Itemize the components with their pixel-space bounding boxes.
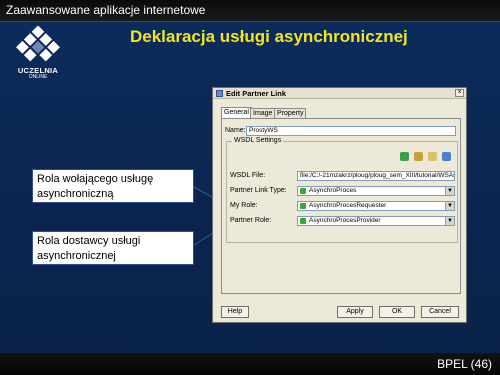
page-number: BPEL (46) — [437, 357, 492, 371]
cancel-button[interactable]: Cancel — [421, 306, 459, 318]
wsdl-settings-title: WSDL Settings — [232, 137, 284, 144]
my-role-icon — [300, 203, 306, 209]
partner-role-icon — [300, 218, 306, 224]
partner-link-type-value: AsynchroProces — [309, 187, 357, 194]
chevron-down-icon[interactable]: ▼ — [445, 202, 454, 210]
my-role-select[interactable]: AsynchroProcesRequester ▼ — [297, 201, 455, 211]
edit-partner-link-dialog: Edit Partner Link × General Image Proper… — [212, 87, 467, 323]
apply-button[interactable]: Apply — [337, 306, 373, 318]
wsdl-toolbar — [397, 152, 451, 162]
wsdl-file-label: WSDL File: — [230, 172, 266, 179]
tab-image[interactable]: Image — [250, 108, 276, 118]
slide-title: Deklaracja usługi asynchronicznej — [130, 27, 408, 46]
wsdl-file-field[interactable]: file:/C:/-21mzakrz/ploug/ploug_sem_XIII/… — [297, 171, 455, 181]
ok-button[interactable]: OK — [379, 306, 415, 318]
chevron-down-icon[interactable]: ▼ — [445, 217, 454, 225]
dialog-app-icon — [216, 90, 223, 97]
my-role-value: AsynchroProcesRequester — [309, 202, 387, 209]
create-service-icon[interactable] — [428, 152, 438, 161]
browse-wsdl-icon[interactable] — [414, 152, 424, 161]
refresh-icon[interactable] — [442, 152, 451, 161]
name-field[interactable]: ProstyWS — [246, 126, 456, 136]
partner-link-type-label: Partner Link Type: — [230, 187, 287, 194]
chevron-down-icon[interactable]: ▼ — [445, 187, 454, 195]
my-role-label: My Role: — [230, 202, 258, 209]
general-panel: Name: ProstyWS WSDL Settings WSDL File: … — [221, 118, 461, 294]
partner-link-type-select[interactable]: AsynchroProces ▼ — [297, 186, 455, 196]
partner-role-value: AsynchroProcesProvider — [309, 217, 381, 224]
wsdl-settings-group: WSDL Settings WSDL File: file:/C:/-21mza… — [226, 137, 458, 243]
logo-text-online: ONLINE — [28, 74, 48, 80]
service-explorer-icon[interactable] — [400, 152, 410, 161]
partner-link-type-icon — [300, 188, 306, 194]
help-button[interactable]: Help — [221, 306, 249, 318]
course-title: Zaawansowane aplikacje internetowe — [6, 3, 206, 17]
top-bar: Zaawansowane aplikacje internetowe — [0, 0, 500, 22]
dialog-titlebar: Edit Partner Link × — [213, 88, 466, 99]
callout-provider-role: Rola dostawcy usługi asynchronicznej — [32, 231, 194, 265]
name-label: Name: — [225, 127, 246, 134]
footer-bar: BPEL (46) — [0, 353, 500, 375]
tab-general[interactable]: General — [221, 107, 252, 118]
partner-role-label: Partner Role: — [230, 217, 272, 224]
close-icon[interactable]: × — [455, 89, 464, 97]
dialog-title: Edit Partner Link — [226, 89, 287, 98]
partner-role-select[interactable]: AsynchroProcesProvider ▼ — [297, 216, 455, 226]
tab-property[interactable]: Property — [274, 108, 307, 118]
callout-caller-role: Rola wołającego usługę asynchroniczną — [32, 169, 194, 203]
